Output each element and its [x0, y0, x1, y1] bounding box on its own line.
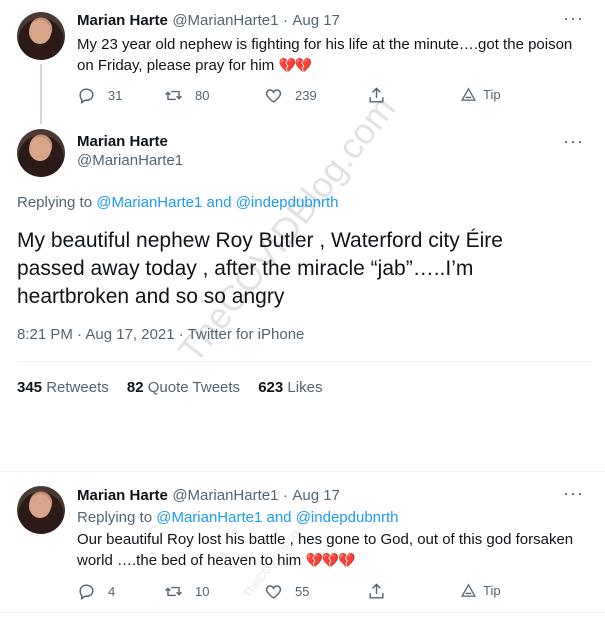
- retweets-count: 345: [17, 379, 43, 396]
- separator-dot: ·: [282, 12, 288, 29]
- tip-button[interactable]: Tip: [460, 582, 501, 599]
- heart-icon: [265, 89, 282, 103]
- replying-to: Replying to @MarianHarte1 and @indepdubn…: [17, 194, 339, 211]
- broken-heart-emoji: 💔💔💔: [305, 552, 355, 568]
- like-count: 239: [295, 88, 317, 103]
- reply-button[interactable]: 4: [77, 582, 115, 601]
- like-button[interactable]: 55: [264, 582, 309, 601]
- user-info: Marian Harte @MarianHarte1: [77, 133, 183, 169]
- tip-button[interactable]: Tip: [460, 86, 501, 103]
- user-handle[interactable]: @MarianHarte1: [172, 12, 278, 29]
- retweet-icon: [165, 90, 182, 101]
- reply-handle-link[interactable]: @MarianHarte1: [96, 194, 202, 211]
- retweets-label: Retweets: [46, 379, 109, 396]
- likes-label: Likes: [287, 379, 323, 396]
- retweet-count: 80: [195, 88, 210, 103]
- engagement-stats: 345 Retweets 82 Quote Tweets 623 Likes: [17, 379, 322, 396]
- reply-button[interactable]: 31: [77, 86, 122, 105]
- display-name[interactable]: Marian Harte: [77, 12, 168, 29]
- bottom-divider: [0, 612, 605, 613]
- share-icon: [369, 87, 384, 103]
- display-name[interactable]: Marian Harte: [77, 487, 168, 504]
- tweet-header: Marian Harte @MarianHarte1 · Aug 17: [77, 12, 340, 30]
- like-count: 55: [295, 584, 310, 599]
- tweet-text: My beautiful nephew Roy Butler , Waterfo…: [17, 227, 592, 311]
- retweet-count: 10: [195, 584, 210, 599]
- reply-icon: [79, 88, 94, 105]
- replying-to-label: Replying to: [17, 194, 93, 211]
- reply-handle-link[interactable]: @MarianHarte1: [156, 509, 262, 526]
- reply-count: 4: [108, 584, 116, 599]
- reply-handle-link[interactable]: @indepdubnrth: [296, 509, 399, 526]
- tweet-header: Marian Harte @MarianHarte1 · Aug 17: [77, 487, 340, 505]
- share-button[interactable]: [367, 582, 386, 601]
- retweet-button[interactable]: 10: [164, 582, 209, 601]
- share-button[interactable]: [367, 86, 386, 105]
- replying-to: Replying to @MarianHarte1 and @indepdubn…: [77, 509, 399, 526]
- tweet-text-line: passed away today , after the miracle “j…: [17, 257, 474, 280]
- broken-heart-emoji: 💔💔: [278, 57, 312, 73]
- avatar[interactable]: [17, 129, 65, 177]
- quote-tweets-label: Quote Tweets: [147, 379, 241, 396]
- share-icon: [369, 583, 384, 599]
- user-handle[interactable]: @MarianHarte1: [172, 487, 278, 504]
- separator-dot: ·: [282, 487, 288, 504]
- reply-count: 31: [108, 88, 123, 103]
- quote-tweets-stat[interactable]: 82 Quote Tweets: [127, 379, 240, 396]
- heart-icon: [265, 585, 282, 599]
- user-handle[interactable]: @MarianHarte1: [77, 152, 183, 169]
- display-name[interactable]: Marian Harte: [77, 133, 183, 150]
- avatar[interactable]: [17, 486, 65, 534]
- more-options-icon[interactable]: ···: [563, 131, 584, 152]
- and-label: and: [266, 509, 292, 526]
- likes-count: 623: [258, 379, 284, 396]
- tweet-text: Our beautiful Roy lost his battle , hes …: [77, 530, 592, 571]
- tip-icon: [461, 87, 476, 101]
- tip-label: Tip: [483, 87, 501, 102]
- reply-icon: [79, 584, 94, 601]
- avatar[interactable]: [17, 12, 65, 60]
- more-options-icon[interactable]: ···: [563, 8, 584, 29]
- tip-label: Tip: [483, 583, 501, 598]
- tweet-text-line: My beautiful nephew Roy Butler , Waterfo…: [17, 229, 503, 252]
- like-button[interactable]: 239: [264, 86, 317, 105]
- tweet-text-line: Our beautiful Roy lost his battle , hes …: [77, 531, 574, 548]
- retweets-stat[interactable]: 345 Retweets: [17, 379, 109, 396]
- tweet-text: My 23 year old nephew is fighting for hi…: [77, 35, 592, 76]
- tweet-date[interactable]: Aug 17: [292, 487, 340, 504]
- tweet-date[interactable]: Aug 17: [292, 12, 340, 29]
- quote-tweets-count: 82: [126, 379, 144, 396]
- and-label: and: [206, 194, 232, 211]
- tweet-text-line: heartbroken and so so angry: [17, 285, 285, 308]
- section-divider: [0, 471, 605, 472]
- tweet-text-line: on Friday, please pray for him: [77, 57, 275, 74]
- more-options-icon[interactable]: ···: [563, 483, 584, 504]
- tweet-timestamp[interactable]: 8:21 PM · Aug 17, 2021 · Twitter for iPh…: [17, 326, 304, 343]
- retweet-button[interactable]: 80: [164, 86, 209, 105]
- likes-stat[interactable]: 623 Likes: [258, 379, 322, 396]
- tip-icon: [461, 583, 476, 597]
- thread-connector-line: [40, 64, 42, 124]
- tweet-text-line: world ….the bed of heaven to him: [77, 552, 302, 569]
- reply-handle-link[interactable]: @indepdubnrth: [236, 194, 339, 211]
- replying-to-label: Replying to: [77, 509, 153, 526]
- retweet-icon: [165, 586, 182, 597]
- tweet-text-line: My 23 year old nephew is fighting for hi…: [77, 36, 573, 53]
- divider: [17, 361, 592, 362]
